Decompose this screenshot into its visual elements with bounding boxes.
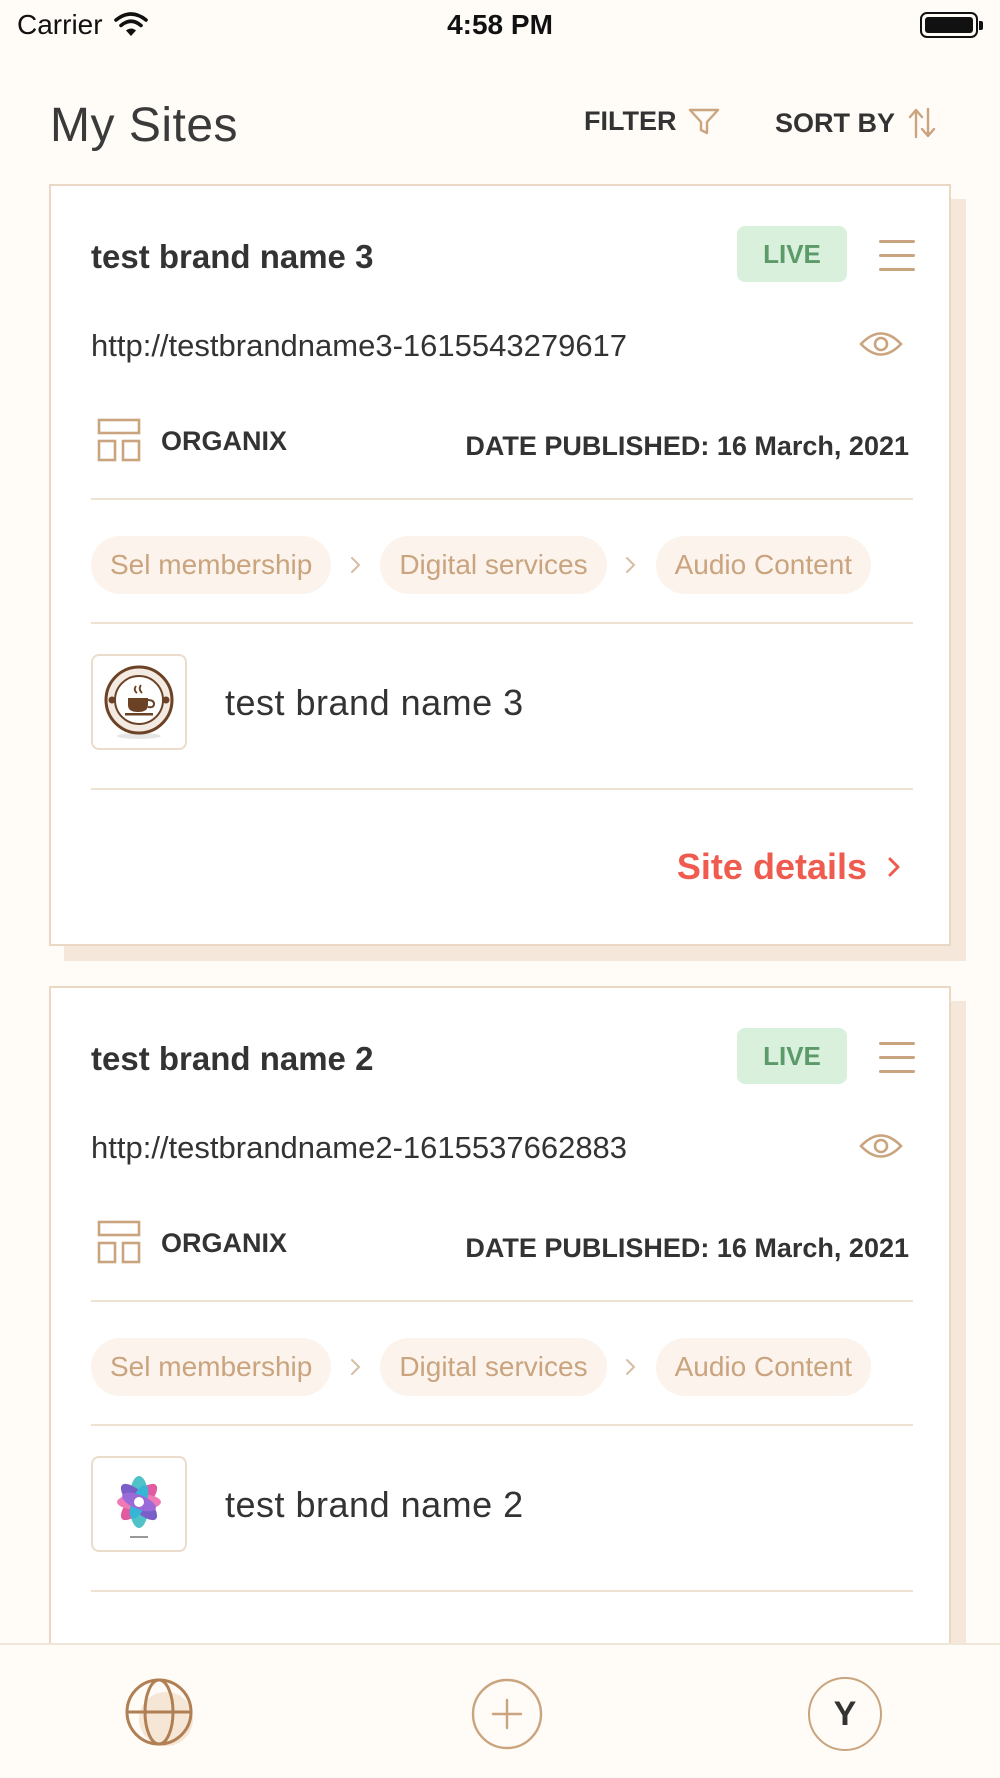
divider bbox=[91, 1590, 913, 1592]
brand-logo bbox=[91, 1456, 187, 1552]
chevron-right-icon bbox=[888, 857, 900, 877]
avatar-initial: Y bbox=[833, 1694, 857, 1733]
category-chip[interactable]: Digital services bbox=[380, 536, 607, 594]
brand-logo bbox=[91, 654, 187, 750]
plus-circle-icon[interactable] bbox=[470, 1677, 544, 1751]
site-title: test brand name 3 bbox=[91, 238, 374, 275]
template-icon bbox=[97, 1220, 141, 1264]
tab-bar: Y bbox=[0, 1643, 1000, 1778]
category-chip[interactable]: Sel membership bbox=[91, 1338, 332, 1396]
status-bar: Carrier 4:58 PM bbox=[0, 0, 1000, 52]
status-time: 4:58 PM bbox=[447, 9, 553, 40]
battery-icon bbox=[920, 12, 983, 38]
template-name: ORGANIX bbox=[161, 1228, 288, 1258]
category-chip[interactable]: Audio Content bbox=[655, 536, 872, 594]
date-published: DATE PUBLISHED: 16 March, 2021 bbox=[465, 1233, 909, 1263]
chevron-right-icon bbox=[331, 1357, 380, 1377]
eye-icon[interactable] bbox=[859, 329, 903, 359]
date-published: DATE PUBLISHED: 16 March, 2021 bbox=[465, 431, 909, 461]
status-badge: LIVE bbox=[737, 1028, 847, 1084]
site-card: test brand name 2 LIVE http://testbrandn… bbox=[49, 986, 951, 1666]
divider bbox=[91, 498, 913, 500]
site-url: http://testbrandname3-1615543279617 bbox=[91, 328, 628, 363]
menu-icon[interactable] bbox=[879, 1040, 915, 1076]
filter-button[interactable]: FILTER bbox=[584, 106, 720, 137]
brand-name: test brand name 3 bbox=[225, 682, 524, 723]
eye-icon[interactable] bbox=[859, 1131, 903, 1161]
template-name: ORGANIX bbox=[161, 426, 288, 456]
status-badge: LIVE bbox=[737, 226, 847, 282]
divider bbox=[91, 1424, 913, 1426]
divider bbox=[91, 788, 913, 790]
template-icon bbox=[97, 418, 141, 462]
brand-name: test brand name 2 bbox=[225, 1484, 524, 1525]
sort-arrows-icon bbox=[908, 107, 936, 139]
site-url: http://testbrandname2-1615537662883 bbox=[91, 1130, 628, 1165]
page-title: My Sites bbox=[50, 99, 239, 152]
coffee-logo-image bbox=[104, 665, 174, 739]
divider bbox=[91, 1300, 913, 1302]
category-breadcrumb: Sel membership Digital services Audio Co… bbox=[91, 1338, 872, 1396]
category-chip[interactable]: Audio Content bbox=[655, 1338, 872, 1396]
globe-icon[interactable] bbox=[124, 1677, 198, 1751]
site-details-label: Site details bbox=[676, 846, 867, 887]
site-card: test brand name 3 LIVE http://testbrandn… bbox=[49, 184, 951, 946]
chevron-right-icon bbox=[607, 1357, 656, 1377]
sort-label: SORT BY bbox=[775, 107, 896, 138]
site-title: test brand name 2 bbox=[91, 1040, 374, 1077]
site-details-link[interactable]: Site details bbox=[677, 846, 901, 888]
filter-label: FILTER bbox=[584, 106, 677, 136]
divider bbox=[91, 622, 913, 624]
avatar[interactable]: Y bbox=[808, 1677, 882, 1751]
menu-icon[interactable] bbox=[879, 238, 915, 274]
chevron-right-icon bbox=[331, 555, 380, 575]
category-chip[interactable]: Sel membership bbox=[91, 536, 332, 594]
category-breadcrumb: Sel membership Digital services Audio Co… bbox=[91, 536, 872, 594]
filter-icon bbox=[689, 108, 720, 134]
leaf-logo-image bbox=[117, 1476, 161, 1538]
category-chip[interactable]: Digital services bbox=[380, 1338, 607, 1396]
chevron-right-icon bbox=[607, 555, 656, 575]
sort-button[interactable]: SORT BY bbox=[775, 106, 937, 140]
